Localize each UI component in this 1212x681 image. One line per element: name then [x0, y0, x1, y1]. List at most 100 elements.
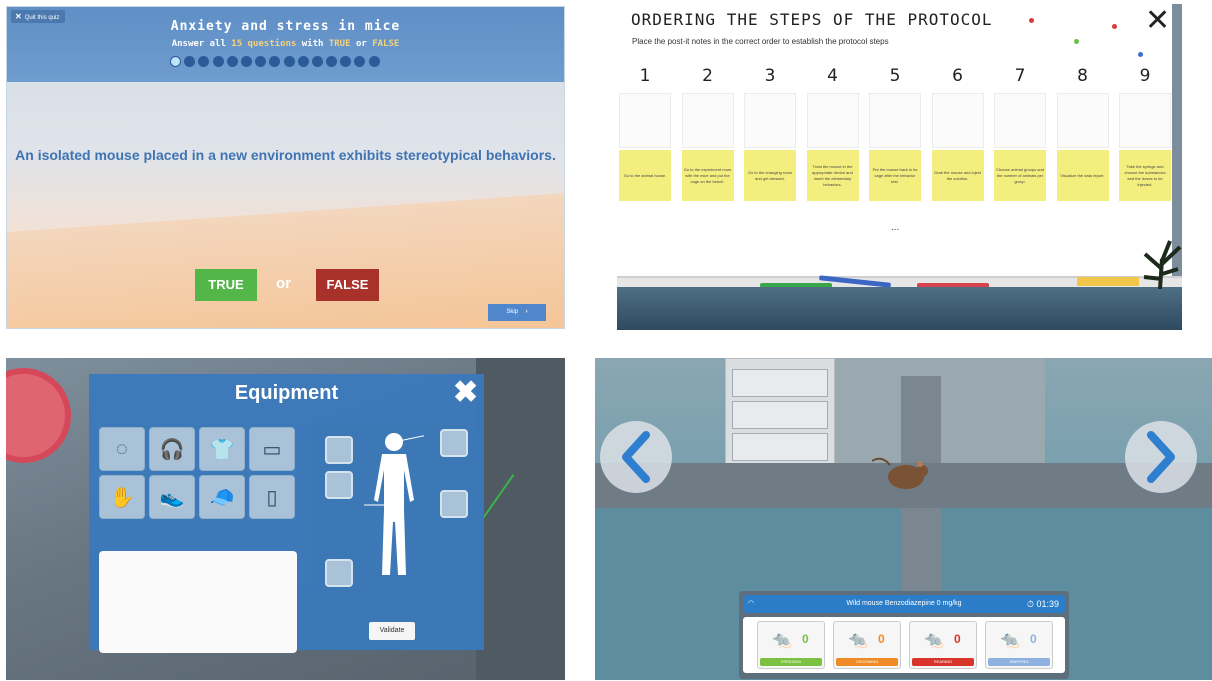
item-description-box	[99, 551, 297, 653]
question-dot	[326, 56, 338, 67]
post-it-note[interactable]: Go to the changing room and get dressed.	[744, 150, 796, 201]
step-number: 3	[764, 66, 776, 86]
equipment-slot[interactable]	[440, 429, 468, 457]
step-number: 2	[702, 66, 713, 86]
ruler	[1077, 277, 1139, 286]
body-drop-area: Validate	[309, 425, 477, 650]
skip-label: Skip	[506, 309, 518, 315]
cap-icon[interactable]: 🧢	[199, 475, 245, 519]
question-dot	[354, 56, 366, 67]
step-number: 9	[1139, 66, 1151, 86]
shoe-covers-icon[interactable]: 👟	[149, 475, 195, 519]
subtitle-count: 15 questions	[231, 39, 297, 49]
subtitle-mid: with	[296, 39, 329, 49]
post-it-note[interactable]: Choose animal groups and the number of a…	[994, 150, 1046, 201]
drop-slot[interactable]	[681, 93, 734, 148]
protocol-subtitle: Place the post-it notes in the correct o…	[632, 37, 889, 46]
behavior-counters: 🐀 0 FREEZING 🐀 0 GROOMING 🐀 0 REARING 🐀 0 SNIFFING	[743, 617, 1065, 673]
hud-title: Wild mouse Benzodiazepine 0 mg/kg	[846, 600, 962, 607]
behavior-counter[interactable]: 🐀 0 SNIFFING	[985, 621, 1053, 669]
plant-icon	[1143, 240, 1182, 289]
behavior-counter[interactable]: 🐀 0 REARING	[909, 621, 977, 669]
step-number: 1	[639, 66, 651, 86]
pin-green-icon	[1074, 39, 1079, 44]
question-dot	[255, 56, 267, 67]
drop-slot[interactable]	[806, 93, 859, 148]
behavior-label: SNIFFING	[988, 658, 1050, 666]
skip-button[interactable]: Skip ›	[488, 304, 546, 321]
post-it-note[interactable]: Take the syringe and choose the substanc…	[1119, 150, 1171, 201]
room-floor	[617, 287, 1182, 330]
post-it-note[interactable]: Go to the animal house.	[619, 150, 671, 201]
behavior-counter[interactable]: 🐀 0 GROOMING	[833, 621, 901, 669]
pin-red-icon	[1112, 24, 1117, 29]
quiz-title: Anxiety and stress in mice	[170, 19, 401, 34]
lab-coat-icon[interactable]: 👕	[199, 427, 245, 471]
question-dot	[311, 56, 323, 67]
question-dot	[340, 56, 352, 67]
phone-icon[interactable]: ▯	[249, 475, 295, 519]
question-dot	[368, 56, 380, 67]
validate-button[interactable]: Validate	[369, 622, 415, 640]
drop-slot[interactable]	[619, 93, 671, 148]
more-indicator: ...	[891, 222, 900, 233]
step-number: 6	[952, 66, 963, 86]
mask-icon[interactable]: ▭	[249, 427, 295, 471]
question-dot	[269, 56, 281, 67]
drop-slot[interactable]	[869, 93, 921, 148]
hairnet-icon[interactable]: ◌	[99, 427, 145, 471]
mouse-icon: 🐀	[924, 632, 944, 649]
behavior-hud: ◠ Wild mouse Benzodiazepine 0 mg/kg ⏱ 01…	[739, 591, 1069, 679]
gloves-icon[interactable]: ✋	[99, 475, 145, 519]
equipment-slot[interactable]	[440, 490, 468, 518]
equipment-slot[interactable]	[325, 559, 353, 587]
prohibited-sign-icon	[6, 368, 71, 463]
pin-blue-icon	[1138, 52, 1143, 57]
true-button[interactable]: TRUE	[195, 269, 257, 301]
behavior-counter[interactable]: 🐀 0 FREEZING	[757, 621, 825, 669]
next-button[interactable]	[1125, 421, 1197, 493]
or-label: or	[276, 275, 291, 292]
equipment-modal: Equipment ✖ ◌ 🎧 👕 ▭ ✋ 👟 🧢 ▯ Validate	[89, 374, 484, 653]
question-dot	[212, 56, 224, 67]
subtitle-prefix: Answer all	[171, 39, 232, 49]
post-it-note[interactable]: Treat the mouse in the appropriate devic…	[806, 150, 859, 201]
previous-button[interactable]	[600, 421, 672, 493]
drop-slot[interactable]	[744, 93, 796, 148]
drop-slot[interactable]	[931, 93, 984, 148]
question-dot	[170, 56, 181, 67]
drop-slot[interactable]	[994, 93, 1046, 148]
behavior-label: FREEZING	[760, 658, 822, 666]
question-dot	[297, 56, 309, 67]
post-it-note[interactable]: Put the mouse back in its cage after the…	[869, 150, 921, 201]
behavior-count: 0	[954, 632, 961, 646]
mouse-icon: 🐀	[772, 632, 792, 649]
behavior-count: 0	[878, 632, 885, 646]
hud-header: ◠ Wild mouse Benzodiazepine 0 mg/kg ⏱ 01…	[743, 595, 1065, 613]
equipment-slot[interactable]	[325, 471, 353, 499]
chevron-right-icon	[1147, 431, 1175, 483]
subtitle-true: TRUE	[328, 39, 351, 49]
question-dot	[283, 56, 295, 67]
pin-red-icon	[1029, 18, 1034, 23]
equipment-slot[interactable]	[325, 436, 353, 464]
step-number: 4	[827, 66, 838, 86]
equipment-panel: Equipment ✖ ◌ 🎧 👕 ▭ ✋ 👟 🧢 ▯ Validate	[6, 358, 565, 680]
subtitle-false: FALSE	[372, 39, 400, 49]
post-it-note[interactable]: Go to the experiment room with the mice …	[681, 150, 734, 201]
drop-slot[interactable]	[1056, 93, 1109, 148]
close-icon[interactable]: ✕	[1145, 6, 1170, 36]
quiz-panel: ✕ Quit this quiz Anxiety and stress in mi…	[6, 6, 565, 329]
question-dot	[226, 56, 238, 67]
subtitle-or: or	[350, 39, 373, 49]
step-number: 5	[889, 66, 901, 86]
drop-slot[interactable]	[1119, 93, 1171, 148]
post-it-note[interactable]: Grab the mouse and inject the solution.	[931, 150, 984, 201]
post-it-note[interactable]: Visualize the data report.	[1056, 150, 1109, 201]
step-number: 7	[1014, 66, 1026, 86]
question-dot	[198, 56, 210, 67]
close-icon[interactable]: ✖	[453, 378, 478, 408]
headphones-icon[interactable]: 🎧	[149, 427, 195, 471]
false-button[interactable]: FALSE	[316, 269, 379, 301]
behavior-count: 0	[1030, 632, 1037, 646]
